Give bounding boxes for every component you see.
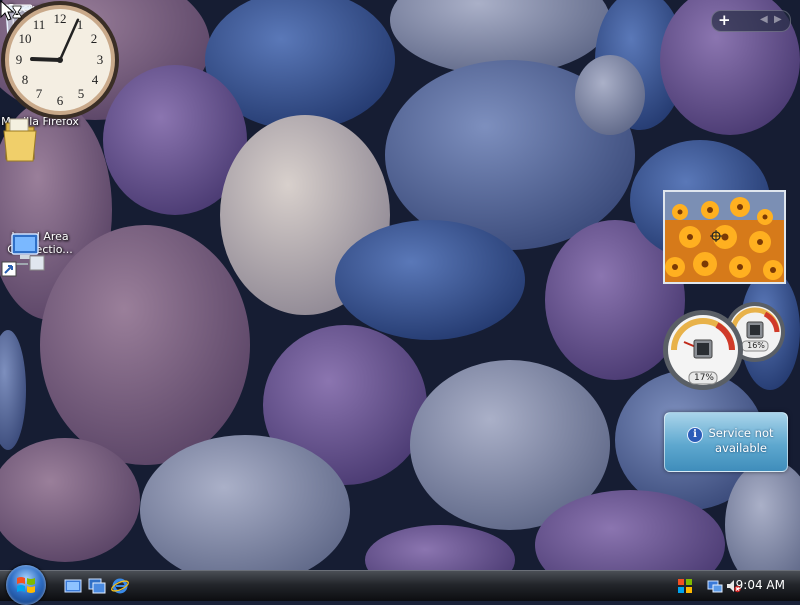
desktop[interactable]: Recycle Bin Mozilla Firefox Local Area C… — [0, 0, 800, 570]
busy-cursor-icon — [0, 0, 22, 21]
memory-usage-percent: 16% — [747, 341, 765, 350]
previous-icon[interactable]: ◀ — [760, 14, 768, 25]
cpu-meter-dials — [663, 302, 785, 390]
network-computer-icon — [1, 233, 45, 277]
svg-text:12: 12 — [54, 11, 67, 26]
windows-update-icon[interactable] — [677, 578, 693, 594]
system-tray: 9:04 AM — [655, 571, 800, 601]
svg-text:8: 8 — [22, 72, 29, 87]
svg-text:2: 2 — [91, 31, 98, 46]
svg-text:3: 3 — [97, 52, 104, 67]
next-icon[interactable]: ▶ — [774, 14, 782, 25]
slideshow-image-flowers — [665, 192, 784, 282]
svg-text:10: 10 — [19, 31, 32, 46]
svg-text:11: 11 — [33, 17, 46, 32]
add-gadget-icon[interactable]: + — [718, 11, 731, 29]
weather-status-message: Service not available — [708, 426, 774, 455]
show-desktop-icon[interactable] — [64, 577, 82, 595]
cpu-meter-gadget[interactable]: 17% 16% — [662, 300, 788, 392]
svg-text:5: 5 — [78, 86, 85, 101]
wallpaper-pebbles — [0, 0, 800, 570]
taskbar: 9:04 AM — [0, 565, 800, 605]
start-button[interactable] — [6, 565, 46, 605]
info-icon: i — [687, 427, 703, 443]
weather-gadget[interactable]: i Service not available — [664, 412, 788, 472]
network-icon[interactable] — [707, 578, 723, 594]
desktop-icon-local-area-connection[interactable]: Local Area Connectio... — [0, 230, 80, 277]
taskbar-clock[interactable]: 9:04 AM — [736, 578, 785, 592]
svg-text:9: 9 — [16, 52, 23, 67]
windows-logo-icon — [17, 577, 35, 593]
folder-icon — [3, 118, 37, 162]
sidebar-control-bar: + ◀ ▶ — [711, 10, 791, 32]
clock-hour-hand — [30, 57, 62, 63]
svg-text:4: 4 — [92, 72, 99, 87]
cpu-usage-percent: 17% — [693, 373, 714, 383]
switch-windows-icon[interactable] — [88, 577, 106, 595]
svg-text:6: 6 — [57, 93, 64, 108]
svg-text:7: 7 — [36, 86, 43, 101]
slideshow-gadget[interactable] — [663, 190, 786, 284]
internet-explorer-icon[interactable] — [111, 577, 129, 595]
